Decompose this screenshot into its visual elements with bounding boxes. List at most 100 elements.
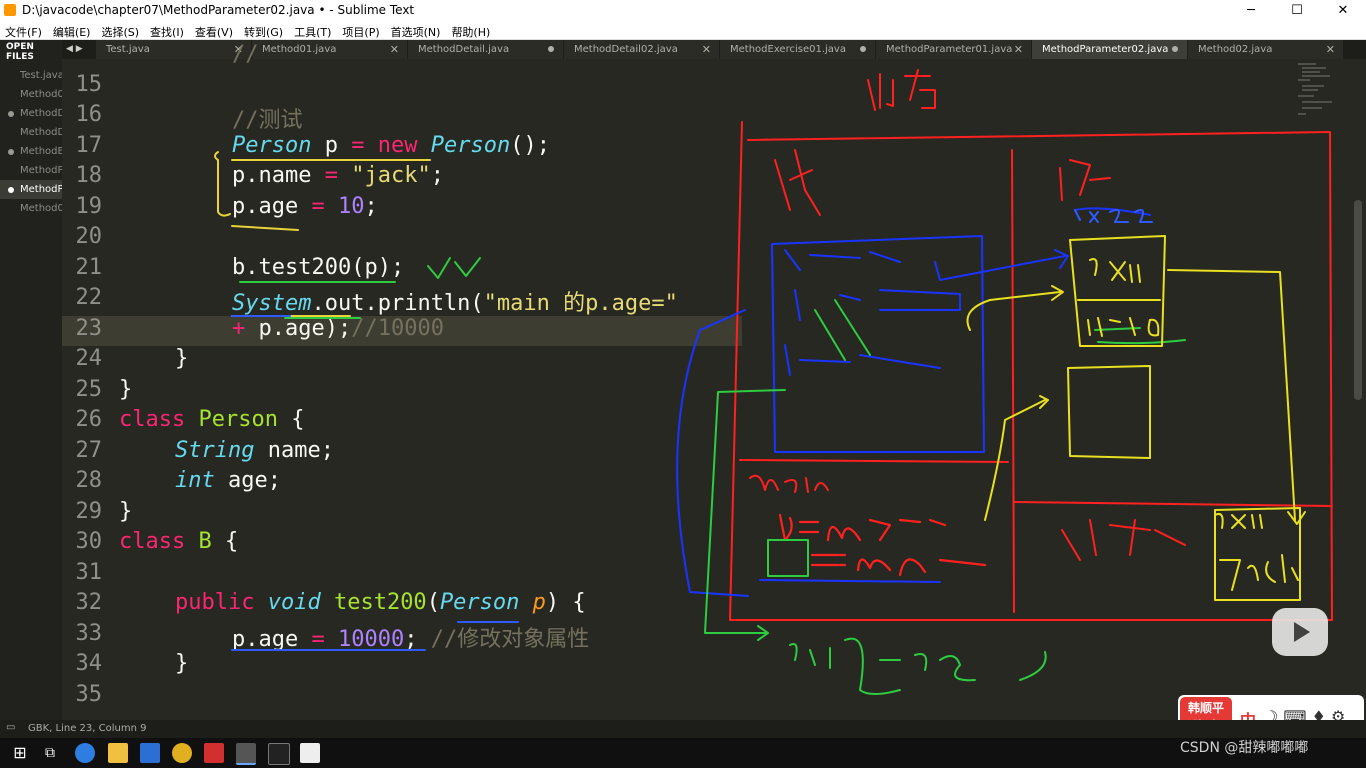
code-line-23[interactable]: + p.age);//10000 (232, 316, 444, 341)
line-number: 23 (75, 316, 103, 341)
windows-start-icon[interactable]: ⊞ (10, 743, 30, 763)
tab-method02[interactable]: Method02.java ✕ (1188, 40, 1344, 59)
menu-help[interactable]: 帮助(H) (446, 22, 496, 39)
unsaved-dot-icon[interactable] (1172, 46, 1178, 52)
file-explorer-icon[interactable] (108, 743, 128, 763)
param-token: p (519, 590, 546, 615)
statement-token: b.test200(p); (232, 255, 405, 280)
code-line-22[interactable]: System.out.println("main 的p.age=" (232, 285, 678, 317)
number-token: 10000 (324, 627, 405, 652)
line-number: 31 (75, 560, 103, 585)
0x22-handwritten (1074, 209, 1153, 223)
tab-label: Test.java (106, 44, 150, 55)
menu-view[interactable]: 查看(V) (190, 22, 239, 39)
close-tab-icon[interactable]: ✕ (1326, 40, 1335, 59)
tab-method01[interactable]: Method01.java ✕ (252, 40, 408, 59)
sidebar-file-item[interactable]: MethodD (0, 104, 62, 123)
app-icon[interactable] (300, 743, 320, 763)
p-0x22-stroke (794, 289, 961, 321)
close-tab-icon[interactable]: ✕ (702, 40, 711, 59)
sidebar-file-item[interactable]: Test.java (0, 66, 62, 85)
tab-methoddetail02[interactable]: MethodDetail02.java ✕ (564, 40, 720, 59)
sidebar-file-item[interactable]: MethodP (0, 161, 62, 180)
sidebar-file-item[interactable]: MethodD (0, 123, 62, 142)
tab-methoddetail[interactable]: MethodDetail.java (408, 40, 564, 59)
comment: // (232, 42, 259, 67)
menu-project[interactable]: 项目(P) (337, 22, 385, 39)
minimize-button[interactable]: ─ (1228, 0, 1274, 22)
tab-label: MethodDetail.java (418, 44, 510, 55)
code-line-18[interactable]: p.name = "jack"; (232, 163, 444, 188)
sidebar-header: OPEN FILES (6, 42, 34, 62)
line-number: 29 (75, 499, 103, 524)
menu-selection[interactable]: 选择(S) (96, 22, 145, 39)
code-line-16[interactable]: //测试 (232, 102, 303, 134)
brace-token: } (175, 651, 189, 676)
identifier-token: name; (254, 438, 334, 463)
line-number: 28 (75, 468, 103, 493)
vertical-scrollbar[interactable] (1354, 200, 1362, 400)
code-line-17[interactable]: Person p = new Person(); (232, 133, 550, 158)
sidebar-file-item[interactable]: Method0 (0, 85, 62, 104)
sublime-taskbar-icon[interactable] (236, 743, 256, 765)
menu-tools[interactable]: 工具(T) (289, 22, 337, 39)
tab-label: Method01.java (262, 44, 337, 55)
menu-preferences[interactable]: 首选项(N) (386, 22, 447, 39)
line-number: 22 (75, 285, 103, 310)
logo-line-1: 韩顺平 (1187, 701, 1224, 715)
code-line-32[interactable]: public void test200(Person p) { (175, 590, 586, 615)
close-button[interactable]: ✕ (1320, 0, 1366, 22)
b-new-b-stroke (778, 513, 947, 542)
type-token: Person (232, 133, 312, 158)
close-tab-icon[interactable]: ✕ (390, 40, 399, 59)
code-line-34[interactable]: } (175, 651, 188, 676)
p-new-per-stroke (810, 553, 987, 577)
punct-token: ; (364, 194, 378, 219)
xmind-icon[interactable] (204, 743, 224, 763)
code-line-24[interactable]: } (175, 346, 188, 371)
tab-methodparameter02[interactable]: MethodParameter02.java (1032, 40, 1188, 59)
unsaved-dot-icon[interactable] (548, 46, 554, 52)
task-view-icon[interactable]: ⧉ (40, 743, 60, 763)
code-line-29[interactable]: } (119, 499, 132, 524)
code-line-28[interactable]: int age; (175, 468, 281, 493)
code-line-33[interactable]: p.age = 10000; //修改对象属性 (232, 621, 589, 653)
tab-methodparameter01[interactable]: MethodParameter01.java ✕ (876, 40, 1032, 59)
menu-find[interactable]: 查找(I) (145, 22, 190, 39)
chrome-icon[interactable] (172, 743, 192, 763)
code-line-19[interactable]: p.age = 10; (232, 194, 378, 219)
line-number: 32 (75, 590, 103, 615)
terminal-icon[interactable] (268, 743, 290, 765)
menu-file[interactable]: 文件(F) (0, 22, 48, 39)
identifier-token: p (311, 133, 352, 158)
menu-edit[interactable]: 编辑(E) (48, 22, 97, 39)
maximize-button[interactable]: ☐ (1274, 0, 1320, 22)
tab-methodexercise01[interactable]: MethodExercise01.java (720, 40, 876, 59)
video-play-button[interactable] (1272, 608, 1328, 656)
close-tab-icon[interactable]: ✕ (1014, 40, 1023, 59)
sidebar-file-item-active[interactable]: MethodP (0, 180, 62, 199)
code-line-27[interactable]: String name; (175, 438, 334, 463)
status-panel-icon[interactable]: ▭ (6, 722, 15, 733)
brace-token: } (119, 499, 133, 524)
sidebar-file-item[interactable]: Method0 (0, 199, 62, 218)
minimap[interactable] (1296, 60, 1346, 120)
sidebar-file-item[interactable]: MethodE (0, 142, 62, 161)
code-line-26[interactable]: class Person { (119, 407, 304, 432)
code-line-30[interactable]: class B { (119, 529, 238, 554)
menu-goto[interactable]: 转到(G) (239, 22, 289, 39)
code-line-25[interactable]: } (119, 377, 132, 402)
jack-string-box (1214, 507, 1301, 601)
tab-scroll-arrows[interactable]: ◀ ▶ (62, 40, 96, 59)
word-icon[interactable] (140, 743, 160, 763)
edge-icon[interactable] (75, 743, 95, 763)
line-number: 30 (75, 529, 103, 554)
window-title: D:\javacode\chapter07\MethodParameter02.… (22, 3, 415, 17)
unsaved-dot-icon[interactable] (860, 46, 866, 52)
tab-test[interactable]: Test.java ✕ (96, 40, 252, 59)
keyword-token: public (175, 590, 255, 615)
string-token: "jack" (337, 163, 431, 188)
brace-token: { (277, 407, 305, 432)
code-line-21[interactable]: b.test200(p); (232, 255, 404, 280)
line-number: 18 (75, 163, 103, 188)
